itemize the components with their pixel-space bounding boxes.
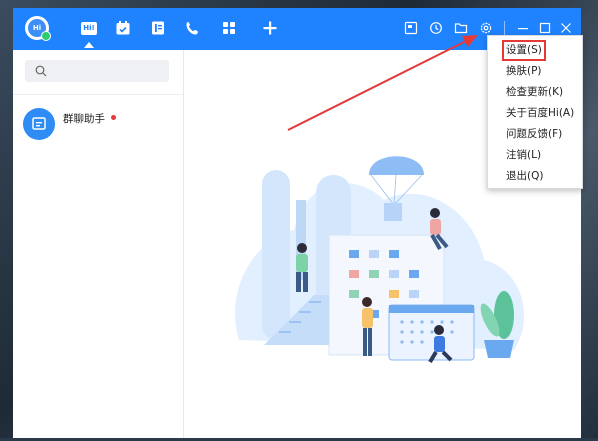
sidebar-divider <box>13 94 183 95</box>
avatar-label: Hi <box>32 24 42 32</box>
unread-dot <box>111 115 116 120</box>
tab-calendar[interactable] <box>113 18 133 38</box>
tab-phone[interactable] <box>183 18 203 38</box>
phone-icon <box>186 22 198 35</box>
gear-icon <box>480 22 492 34</box>
add-icon <box>263 21 277 35</box>
folder-icon <box>454 23 468 34</box>
titlebar-divider <box>504 21 505 36</box>
notes-icon <box>404 21 418 35</box>
message-icon: Hi! <box>81 21 97 35</box>
conversation-item-group-assistant[interactable]: 群聊助手 <box>13 100 183 154</box>
user-avatar[interactable]: Hi <box>25 16 51 41</box>
menu-item-about[interactable]: 关于百度Hi(A) <box>488 103 582 124</box>
minimize-button[interactable] <box>515 20 531 36</box>
menu-item-feedback[interactable]: 问题反馈(F) <box>488 124 582 145</box>
maximize-icon <box>539 22 551 34</box>
notes-button[interactable] <box>401 18 421 38</box>
tab-messages-label: Hi! <box>83 24 95 32</box>
tab-add[interactable] <box>260 18 280 38</box>
group-assistant-avatar <box>23 108 55 140</box>
menu-item-logout[interactable]: 注销(L) <box>488 145 582 166</box>
menu-item-settings[interactable]: 设置(S) <box>502 40 546 61</box>
menu-item-check-update[interactable]: 检查更新(K) <box>488 82 582 103</box>
tab-contacts[interactable] <box>148 18 168 38</box>
tab-apps[interactable] <box>219 18 239 38</box>
history-button[interactable] <box>426 18 446 38</box>
close-icon <box>561 23 571 33</box>
conversation-sidebar: 群聊助手 <box>13 50 184 438</box>
menu-item-exit[interactable]: 退出(Q) <box>488 166 582 187</box>
active-tab-indicator <box>84 42 94 48</box>
main-menu-dropdown: 设置(S) 换肤(P) 检查更新(K) 关于百度Hi(A) 问题反馈(F) 注销… <box>487 35 583 189</box>
menu-item-skin[interactable]: 换肤(P) <box>488 61 582 82</box>
conversation-name: 群聊助手 <box>63 113 105 125</box>
search-icon <box>35 65 47 77</box>
chat-assistant-icon <box>32 117 46 130</box>
history-icon <box>430 22 442 34</box>
apps-icon <box>223 22 235 34</box>
online-status-dot <box>41 31 51 41</box>
tab-messages[interactable]: Hi! <box>79 18 99 38</box>
files-button[interactable] <box>451 18 471 38</box>
close-button[interactable] <box>558 20 574 36</box>
contacts-icon <box>152 21 164 35</box>
calendar-icon <box>116 21 130 35</box>
maximize-button[interactable] <box>537 20 553 36</box>
minimize-icon <box>518 28 528 30</box>
search-input[interactable] <box>25 60 169 82</box>
